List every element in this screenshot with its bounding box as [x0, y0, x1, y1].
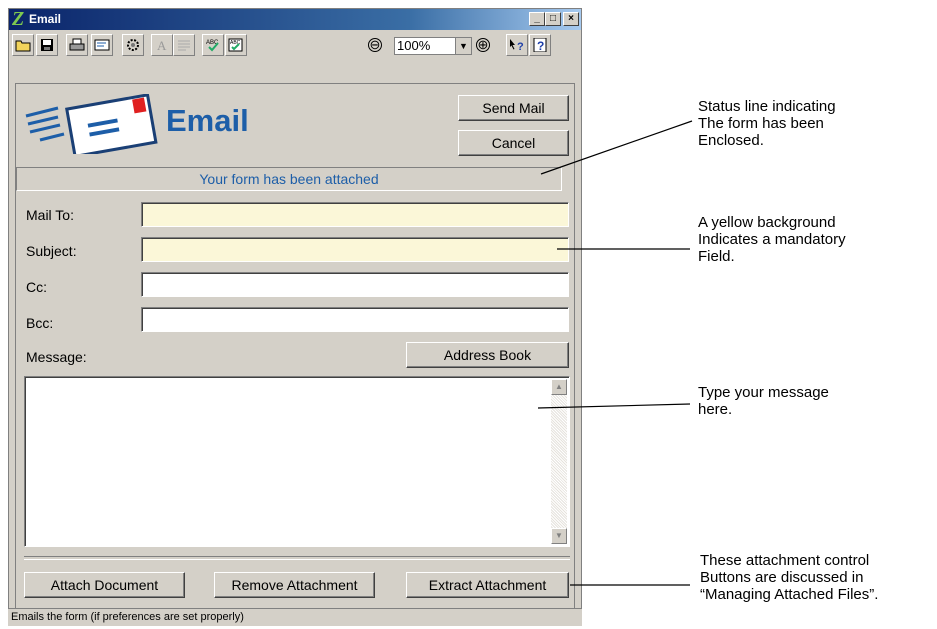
scroll-down-icon[interactable]: ▼ — [551, 528, 567, 544]
help-icon[interactable]: ? — [529, 34, 551, 56]
annotation-mandatory: A yellow background Indicates a mandator… — [698, 214, 846, 265]
annotation-status-line: Status line indicating The form has been… — [698, 98, 836, 149]
app-logo-icon: Z — [12, 8, 25, 30]
bcc-field[interactable] — [141, 307, 569, 332]
attach-document-button[interactable]: Attach Document — [24, 572, 185, 598]
maximize-button[interactable]: □ — [545, 12, 561, 26]
svg-text:?: ? — [537, 39, 544, 52]
mail-to-field[interactable] — [141, 202, 569, 227]
message-textarea[interactable]: ▲ ▼ — [24, 376, 570, 547]
address-book-button[interactable]: Address Book — [406, 342, 569, 368]
whats-this-icon[interactable]: ? — [506, 34, 528, 56]
save-icon[interactable] — [36, 34, 58, 56]
message-label: Message: — [26, 349, 87, 365]
close-button[interactable]: × — [563, 12, 579, 26]
print-icon[interactable] — [66, 34, 88, 56]
open-folder-icon[interactable] — [12, 34, 34, 56]
font-icon[interactable]: A — [151, 34, 173, 56]
attachment-divider — [24, 556, 570, 560]
message-scrollbar[interactable]: ▲ ▼ — [551, 379, 567, 544]
status-bar-text: Emails the form (if preferences are set … — [11, 611, 244, 623]
email-envelope-icon — [25, 94, 158, 154]
title-bar[interactable]: Z Email _ □ × — [9, 9, 581, 30]
scroll-up-icon[interactable]: ▲ — [551, 379, 567, 395]
status-line: Your form has been attached — [16, 167, 562, 191]
zoom-value: 100% — [397, 38, 431, 53]
svg-text:A: A — [157, 38, 167, 52]
form-heading: Email — [166, 103, 249, 138]
remove-attachment-button[interactable]: Remove Attachment — [214, 572, 375, 598]
mail-to-label: Mail To: — [26, 207, 74, 223]
cc-field[interactable] — [141, 272, 569, 297]
form-icon[interactable] — [91, 34, 113, 56]
subject-label: Subject: — [26, 243, 77, 259]
zoom-select[interactable]: 100% ▼ — [394, 37, 472, 55]
settings-icon[interactable] — [122, 34, 144, 56]
window-title: Email — [29, 12, 62, 26]
annotation-attachments: These attachment control Buttons are dis… — [700, 552, 879, 603]
zoom-out-icon[interactable]: ⊖ — [368, 38, 382, 52]
subject-field[interactable] — [141, 237, 569, 262]
status-bar: Emails the form (if preferences are set … — [8, 608, 582, 626]
annotation-message: Type your message here. — [698, 384, 829, 418]
spell-check-icon[interactable]: ABC — [202, 34, 224, 56]
spell-check-document-icon[interactable]: ABC — [225, 34, 247, 56]
toolbar: A ABC ABC ⊖ 100% ▼ ⊕ ? ? — [9, 30, 581, 60]
svg-text:?: ? — [517, 41, 524, 52]
send-mail-button[interactable]: Send Mail — [458, 95, 569, 121]
bcc-label: Bcc: — [26, 315, 54, 331]
cancel-button[interactable]: Cancel — [458, 130, 569, 156]
cc-label: Cc: — [26, 279, 47, 295]
zoom-in-icon[interactable]: ⊕ — [476, 38, 490, 52]
chevron-down-icon[interactable]: ▼ — [455, 38, 471, 54]
extract-attachment-button[interactable]: Extract Attachment — [406, 572, 569, 598]
paragraph-icon[interactable] — [173, 34, 195, 56]
minimize-button[interactable]: _ — [529, 12, 545, 26]
